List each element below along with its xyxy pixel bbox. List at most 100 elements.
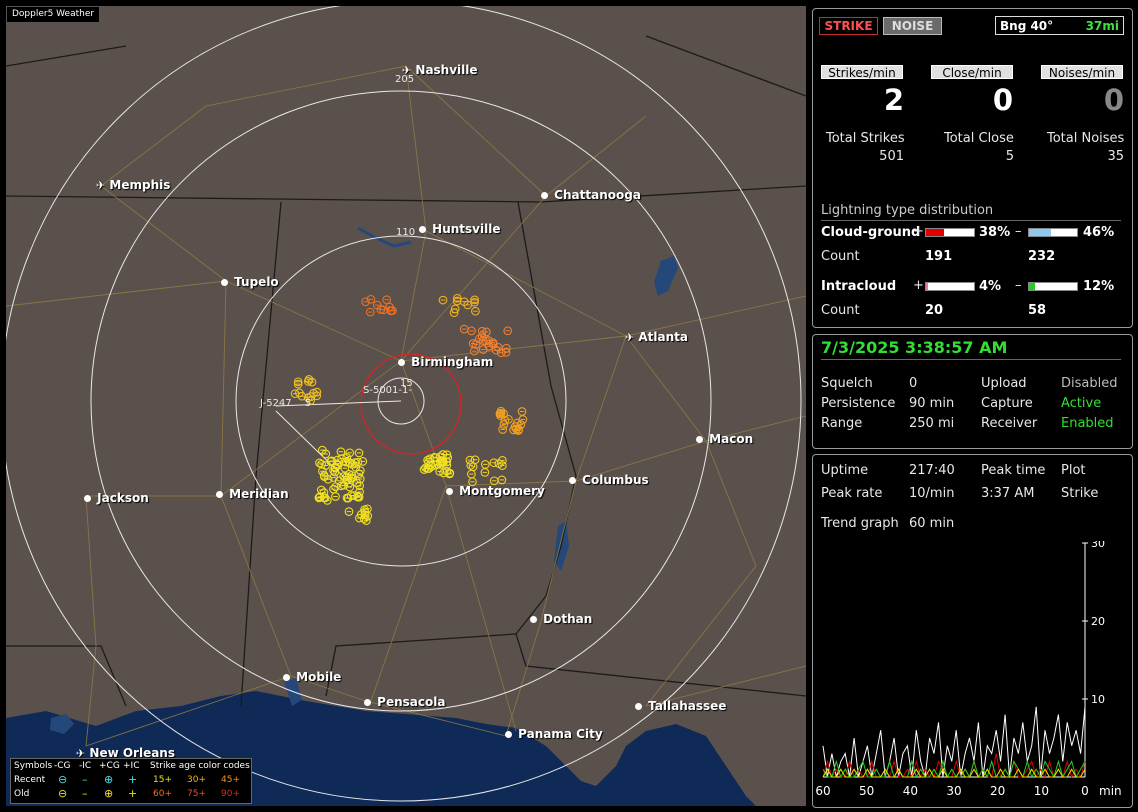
city-dot-icon (446, 488, 453, 495)
receiver-value[interactable]: Enabled (1061, 416, 1114, 431)
city-label: Atlanta (634, 330, 689, 344)
cg-negative-count: 232 (1028, 249, 1056, 264)
old-pcg-icon: ⊕ (104, 787, 114, 800)
recent-pcg-icon: ⊕ (104, 773, 114, 786)
city-label: Tallahassee (644, 699, 727, 713)
city-dot-icon (398, 359, 405, 366)
city-dot-icon (84, 495, 91, 502)
ic-negative-count: 58 (1028, 303, 1047, 318)
city-label: Meridian (225, 487, 289, 501)
old-nic-icon: – (82, 787, 88, 800)
total-strikes-value: 501 (879, 149, 904, 164)
recent-ncg-icon: ⊖ (58, 773, 68, 786)
recent-age-b: 30+ (187, 775, 206, 785)
city-macon: Macon (696, 432, 753, 446)
radar-map[interactable]: Doppler5 Weather ✈ Nashville ✈ Memphis Ch… (6, 6, 806, 806)
city-pensacola: Pensacola (364, 695, 445, 709)
ic-positive-pct: 4% (979, 279, 1002, 294)
x-tick-label: 20 (990, 784, 1005, 798)
range-label-110: 110 (396, 227, 416, 238)
noises-per-min-button[interactable]: Noises/min (1041, 65, 1123, 80)
highways (6, 65, 806, 747)
capture-value[interactable]: Active (1061, 396, 1101, 411)
total-noises-value: 35 (1107, 149, 1124, 164)
distribution-title: Lightning type distribution (821, 203, 994, 218)
track-label: J-5247 (260, 398, 292, 409)
stats-panel: Uptime 217:40 Peak time Plot Peak rate 1… (812, 454, 1133, 808)
ic-minus-sign: – (1015, 278, 1022, 293)
x-tick-label: 60 (815, 784, 830, 798)
old-age-c: 90+ (221, 789, 240, 799)
airport-icon: ✈ (96, 179, 106, 192)
peak-rate-value: 10/min (909, 486, 955, 501)
city-dot-icon (283, 674, 290, 681)
range-rings (6, 6, 802, 802)
city-label: Dothan (539, 612, 593, 626)
legend-old-label: Old (14, 789, 30, 799)
city-dot-icon (505, 731, 512, 738)
city-dot-icon (530, 616, 537, 623)
storm-label: S-5001-1- (363, 385, 412, 396)
old-age-a: 60+ (153, 789, 172, 799)
x-tick-label: 50 (859, 784, 874, 798)
x-tick-label: 30 (946, 784, 961, 798)
close-per-min-button[interactable]: Close/min (931, 65, 1013, 80)
bearing-line (275, 400, 402, 407)
datetime: 7/3/2025 3:38:57 AM (821, 338, 1008, 357)
counts-panel: STRIKE NOISE Bng 40° 37mi Strikes/min Cl… (812, 8, 1133, 328)
peak-time-label: Peak time (981, 463, 1046, 478)
ic-positive-bar (925, 282, 975, 291)
capture-label: Capture (981, 396, 1033, 411)
bearing-distance: 37mi (1085, 19, 1119, 33)
legend-pcg: +CG (99, 761, 120, 771)
upload-label: Upload (981, 376, 1027, 391)
strikes-per-min-value: 2 (883, 83, 904, 117)
city-montgomery: Montgomery (446, 484, 545, 498)
city-label: Panama City (514, 727, 603, 741)
cg-positive-bar (925, 228, 975, 237)
strikes-per-min-button[interactable]: Strikes/min (821, 65, 903, 80)
range-label-205: 205 (395, 74, 415, 85)
noise-button[interactable]: NOISE (883, 17, 942, 35)
city-tallahassee: Tallahassee (635, 699, 726, 713)
upload-value[interactable]: Disabled (1061, 376, 1117, 391)
cg-positive-count: 191 (925, 249, 953, 264)
recent-age-a: 15+ (153, 775, 172, 785)
range-value: 250 mi (909, 416, 955, 431)
city-dot-icon (696, 436, 703, 443)
y-tick-label: 30 (1091, 541, 1105, 550)
legend-ncg: -CG (54, 761, 71, 771)
city-dot-icon (569, 477, 576, 484)
city-label: Macon (705, 432, 754, 446)
noises-per-min-value: 0 (1103, 83, 1124, 117)
recent-age-c: 45+ (221, 775, 240, 785)
total-strikes-label: Total Strikes (826, 131, 905, 146)
city-birmingham: Birmingham (398, 355, 493, 369)
uptime-value: 217:40 (909, 463, 955, 478)
cg-count-label: Count (821, 249, 860, 264)
city-label: Tupelo (230, 275, 279, 289)
x-tick-label: 40 (903, 784, 918, 798)
track-line (275, 410, 352, 485)
uptime-label: Uptime (821, 463, 869, 478)
range-label: Range (821, 416, 863, 431)
y-tick-label: 20 (1091, 615, 1105, 628)
persistence-value: 90 min (909, 396, 955, 411)
city-dot-icon (216, 491, 223, 498)
total-close-value: 5 (1005, 149, 1014, 164)
legend-recent-label: Recent (14, 775, 46, 785)
close-range-ring (360, 353, 462, 455)
legend-age-label: Strike age color codes (150, 761, 250, 771)
city-label: Nashville (411, 63, 478, 77)
ic-negative-bar (1028, 282, 1078, 291)
bearing-display: Bng 40° 37mi (995, 16, 1124, 35)
datetime-divider (821, 359, 1121, 360)
plot-label: Plot (1061, 463, 1086, 478)
lake-lanier (654, 256, 678, 296)
squelch-label: Squelch (821, 376, 873, 391)
city-mobile: Mobile (283, 670, 341, 684)
plot-value[interactable]: Strike (1061, 486, 1098, 501)
cg-minus-sign: – (1015, 224, 1022, 239)
city-jackson: Jackson (84, 491, 149, 505)
strike-button[interactable]: STRIKE (819, 17, 878, 35)
